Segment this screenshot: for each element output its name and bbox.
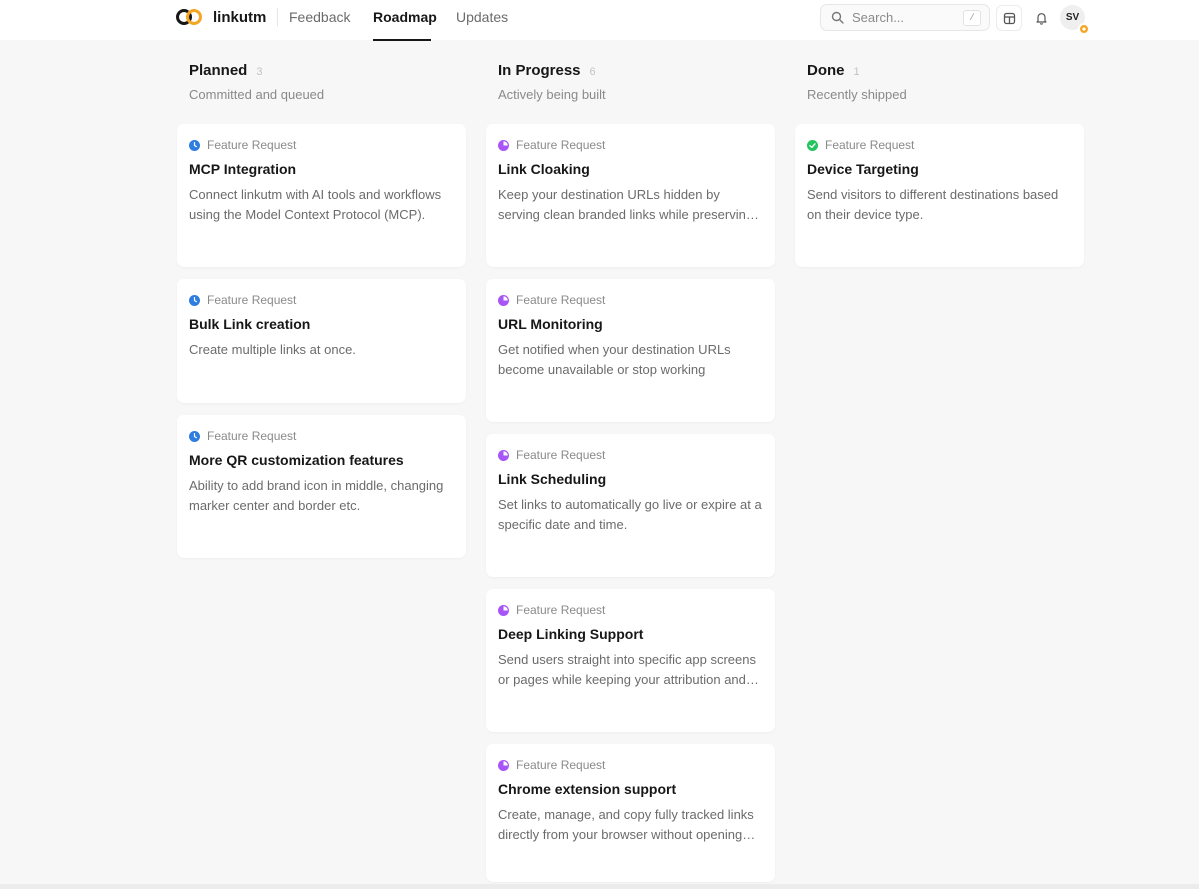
card-description: Create, manage, and copy fully tracked l…: [498, 807, 754, 842]
column-count: 6: [589, 66, 596, 78]
column-subtitle: Committed and queued: [189, 87, 325, 102]
card-title: URL Monitoring: [498, 316, 603, 332]
card-title: Chrome extension support: [498, 781, 677, 797]
top-navigation-bar: linkutm Feedback Roadmap Updates Search.…: [0, 0, 1199, 41]
page-bottom-divider: [0, 884, 1199, 889]
brand[interactable]: linkutm: [175, 6, 266, 28]
progress-status-icon: [498, 139, 509, 151]
brand-divider: [277, 8, 278, 26]
card-description: Set links to automatically go live or ex…: [498, 497, 762, 532]
tab-feedback[interactable]: Feedback: [289, 9, 350, 25]
column-subtitle: Actively being built: [498, 87, 606, 102]
roadmap-card[interactable]: Feature Request More QR customization fe…: [177, 415, 466, 558]
user-initials: SV: [1065, 12, 1080, 23]
card-description: Ability to add brand icon in middle, cha…: [189, 478, 444, 513]
roadmap-card[interactable]: Feature Request Link Cloaking Keep your …: [486, 124, 775, 267]
card-description: Create multiple links at once.: [189, 342, 356, 357]
check-status-icon: [807, 139, 818, 151]
card-type: Feature Request: [516, 138, 606, 152]
column-planned: Planned 3 Committed and queued Feature R…: [177, 62, 466, 570]
card-title: MCP Integration: [189, 161, 297, 177]
user-avatar[interactable]: SV: [1060, 5, 1090, 35]
card-description: Connect linkutm with AI tools and workfl…: [189, 187, 442, 222]
roadmap-card[interactable]: Feature Request Chrome extension support…: [486, 744, 775, 882]
notifications-button[interactable]: [1028, 5, 1054, 31]
progress-status-icon: [498, 759, 509, 771]
card-description: Get notified when your destination URLs …: [498, 342, 731, 377]
column-title: In Progress: [498, 62, 581, 79]
tab-roadmap[interactable]: Roadmap: [373, 9, 437, 25]
active-tab-indicator: [373, 39, 431, 41]
column-header: Planned 3 Committed and queued: [177, 62, 466, 124]
card-type: Feature Request: [207, 293, 297, 307]
search-input[interactable]: Search... /: [820, 4, 990, 31]
search-shortcut-key: /: [963, 9, 981, 26]
card-type: Feature Request: [516, 293, 606, 307]
progress-status-icon: [498, 449, 509, 461]
card-title: Device Targeting: [807, 161, 919, 177]
column-count: 1: [853, 66, 860, 78]
card-type: Feature Request: [516, 603, 606, 617]
roadmap-card[interactable]: Feature Request URL Monitoring Get notif…: [486, 279, 775, 422]
column-in-progress: In Progress 6 Actively being built Featu…: [486, 62, 775, 889]
avatar-status-badge: [1078, 23, 1090, 35]
clock-status-icon: [189, 294, 200, 306]
column-header: Done 1 Recently shipped: [795, 62, 1084, 124]
card-description: Send visitors to different destinations …: [807, 187, 1059, 222]
card-title: Deep Linking Support: [498, 626, 644, 642]
column-subtitle: Recently shipped: [807, 87, 907, 102]
clock-status-icon: [189, 430, 200, 442]
tab-updates[interactable]: Updates: [456, 9, 508, 25]
clock-status-icon: [189, 139, 200, 151]
card-type: Feature Request: [516, 758, 606, 772]
column-count: 3: [256, 66, 263, 78]
card-type: Feature Request: [207, 138, 297, 152]
card-type: Feature Request: [207, 429, 297, 443]
roadmap-card[interactable]: Feature Request Device Targeting Send vi…: [795, 124, 1084, 267]
column-title: Planned: [189, 62, 248, 79]
linkutm-logo-icon: [176, 9, 202, 25]
card-title: More QR customization features: [189, 452, 404, 468]
roadmap-card[interactable]: Feature Request Link Scheduling Set link…: [486, 434, 775, 577]
progress-status-icon: [498, 294, 509, 306]
card-description: Send users straight into specific app sc…: [498, 652, 756, 687]
card-title: Link Scheduling: [498, 471, 607, 487]
roadmap-card[interactable]: Feature Request Bulk Link creation Creat…: [177, 279, 466, 403]
board-icon: [1003, 12, 1015, 24]
search-icon: [831, 11, 844, 24]
card-type: Feature Request: [516, 448, 606, 462]
card-description: Keep your destination URLs hidden by ser…: [498, 187, 754, 222]
board-button[interactable]: [996, 5, 1022, 31]
spark-icon: [1082, 27, 1086, 31]
column-title: Done: [807, 62, 845, 79]
bell-icon: [1035, 13, 1047, 25]
card-title: Link Cloaking: [498, 161, 590, 177]
progress-status-icon: [498, 604, 509, 616]
card-title: Bulk Link creation: [189, 316, 311, 332]
brand-name: linkutm: [213, 8, 267, 26]
roadmap-card[interactable]: Feature Request MCP Integration Connect …: [177, 124, 466, 267]
card-type: Feature Request: [825, 138, 915, 152]
column-header: In Progress 6 Actively being built: [486, 62, 775, 124]
search-placeholder: Search...: [852, 10, 905, 25]
roadmap-card[interactable]: Feature Request Deep Linking Support Sen…: [486, 589, 775, 732]
column-done: Done 1 Recently shipped Feature Request …: [795, 62, 1084, 279]
